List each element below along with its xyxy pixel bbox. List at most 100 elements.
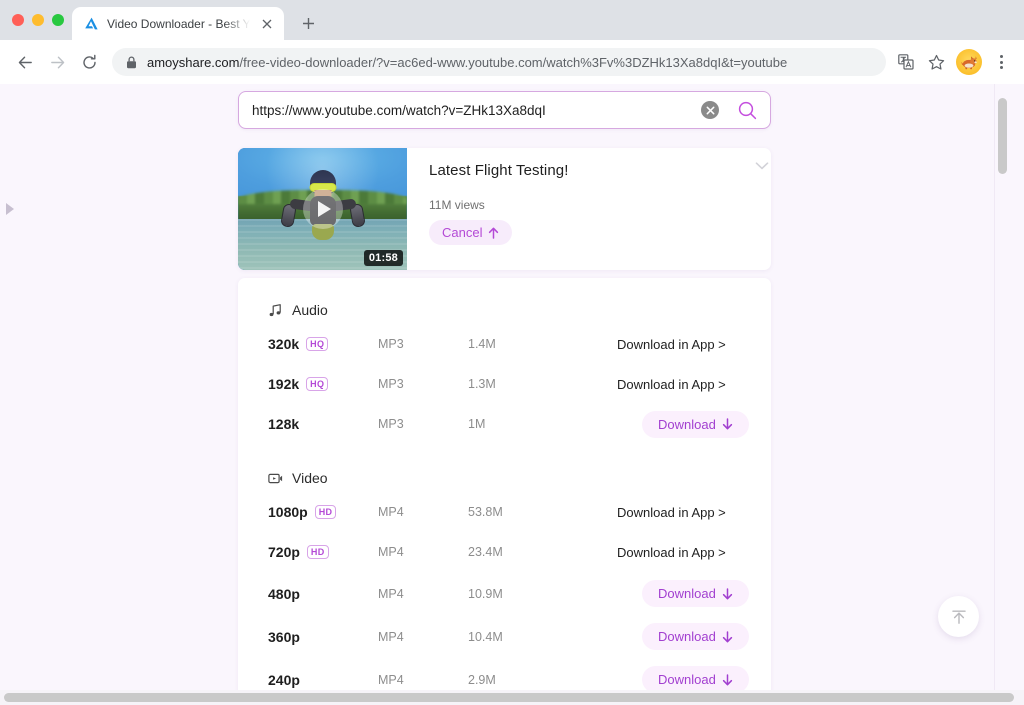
format-row[interactable]: 128k MP3 1M Download: [238, 404, 771, 444]
translate-icon[interactable]: [892, 48, 920, 76]
format-quality: 1080p: [268, 504, 308, 520]
download-in-app-button[interactable]: Download in App >: [613, 377, 726, 392]
music-note-icon: [269, 303, 281, 316]
cancel-button[interactable]: Cancel: [429, 220, 513, 245]
quality-badge: HD: [306, 544, 329, 560]
section-label: Audio: [292, 302, 328, 318]
format-row[interactable]: 360p MP4 10.4M Download: [238, 615, 771, 658]
format-quality-cell: 480p: [268, 586, 378, 602]
back-button[interactable]: [10, 47, 40, 77]
collapse-card-button[interactable]: [755, 158, 769, 170]
download-button[interactable]: Download: [642, 623, 749, 650]
search-icon: [738, 101, 757, 119]
arrow-up-icon: [489, 227, 499, 239]
maximize-window-button[interactable]: [52, 14, 64, 26]
arrow-down-icon: [722, 587, 732, 599]
window-controls: [12, 14, 64, 26]
format-row[interactable]: 480p MP4 10.9M Download: [238, 572, 771, 615]
format-action-cell: Download in App >: [613, 377, 771, 392]
format-size: 10.4M: [468, 629, 503, 644]
arrow-down-icon: [722, 418, 732, 430]
close-icon: [706, 106, 714, 114]
minimize-window-button[interactable]: [32, 14, 44, 26]
section-header-video: Video: [238, 464, 771, 492]
download-in-app-button[interactable]: Download in App >: [613, 505, 726, 520]
browser-menu-button[interactable]: [988, 48, 1014, 76]
clear-search-button[interactable]: [701, 101, 719, 119]
forward-button[interactable]: [42, 47, 72, 77]
video-duration: 01:58: [363, 250, 403, 266]
arrow-left-icon: [18, 56, 32, 68]
page-horizontal-scrollbar[interactable]: [0, 690, 1024, 705]
url-search-bar[interactable]: https://www.youtube.com/watch?v=ZHk13Xa8…: [238, 91, 771, 129]
format-quality-cell: 720p HD: [268, 544, 378, 560]
video-preview-card: 01:58 Latest Flight Testing! 11M views C…: [238, 148, 771, 270]
quality-badge: HQ: [306, 336, 329, 352]
plus-icon: [302, 17, 314, 29]
search-input[interactable]: https://www.youtube.com/watch?v=ZHk13Xa8…: [252, 103, 701, 118]
arrow-up-icon: [951, 610, 966, 624]
format-row[interactable]: 320k HQ MP3 1.4M Download in App >: [238, 324, 771, 364]
video-thumbnail[interactable]: 01:58: [238, 148, 407, 270]
reload-button[interactable]: [74, 47, 104, 77]
play-icon[interactable]: [302, 189, 343, 229]
profile-avatar[interactable]: [956, 49, 982, 75]
browser-toolbar: amoyshare.com/free-video-downloader/?v=a…: [0, 40, 1024, 84]
download-button[interactable]: Download: [642, 410, 749, 438]
format-quality: 128k: [268, 416, 300, 432]
scrollbar-thumb[interactable]: [4, 693, 1014, 702]
address-bar[interactable]: amoyshare.com/free-video-downloader/?v=a…: [112, 48, 886, 76]
video-camera-icon: [268, 473, 283, 483]
download-button[interactable]: Download: [642, 580, 749, 607]
menu-dot: [999, 60, 1003, 64]
url-path: /free-video-downloader/?v=ac6ed-www.yout…: [239, 54, 788, 70]
format-quality: 480p: [268, 585, 300, 602]
new-tab-button[interactable]: [294, 9, 322, 37]
download-label: Download: [658, 672, 716, 687]
close-window-button[interactable]: [12, 14, 24, 26]
web-page: https://www.youtube.com/watch?v=ZHk13Xa8…: [0, 84, 1009, 690]
download-label: Download: [658, 629, 716, 644]
format-quality-cell: 1080p HD: [268, 504, 378, 520]
search-submit-button[interactable]: [737, 100, 758, 121]
url-host: amoyshare.com: [147, 54, 240, 70]
download-in-app-button[interactable]: Download in App >: [613, 545, 726, 560]
format-row[interactable]: 240p MP4 2.9M Download: [238, 658, 771, 690]
format-size: 1M: [468, 417, 486, 431]
format-size: 1.4M: [468, 337, 496, 351]
format-quality: 360p: [268, 628, 300, 645]
format-quality-cell: 360p: [268, 629, 378, 645]
format-type: MP3: [378, 417, 404, 431]
download-in-app-button[interactable]: Download in App >: [613, 337, 726, 352]
format-row[interactable]: 192k HQ MP3 1.3M Download in App >: [238, 364, 771, 404]
download-button[interactable]: Download: [642, 666, 749, 690]
video-title: Latest Flight Testing!: [429, 162, 569, 179]
expand-sidebar-arrow-icon[interactable]: [4, 202, 16, 216]
page-vertical-scrollbar[interactable]: [994, 84, 1009, 690]
section-header-audio: Audio: [238, 296, 771, 324]
download-formats-card: Audio 320k HQ MP3 1.4M Download in App >: [238, 278, 771, 690]
format-quality: 240p: [268, 671, 300, 688]
browser-tab[interactable]: Video Downloader - Best YouTu: [72, 7, 284, 40]
section-label: Video: [292, 470, 328, 486]
format-type: MP3: [378, 337, 404, 351]
quality-badge: HD: [314, 504, 337, 520]
menu-dot: [999, 55, 1003, 58]
tab-close-button[interactable]: [258, 15, 276, 33]
download-label: Download: [658, 416, 716, 432]
format-action-cell: Download in App >: [613, 505, 771, 520]
scrollbar-thumb[interactable]: [998, 98, 1007, 174]
scroll-to-top-button[interactable]: [938, 596, 979, 637]
format-quality: 320k: [268, 336, 300, 352]
page-viewport: https://www.youtube.com/watch?v=ZHk13Xa8…: [0, 84, 1024, 705]
quality-badge: HQ: [306, 376, 329, 392]
format-type: MP4: [378, 586, 404, 601]
format-size: 2.9M: [468, 672, 496, 687]
format-quality: 192k: [268, 376, 300, 392]
play-triangle: [318, 201, 331, 217]
bookmark-star-icon[interactable]: [922, 48, 950, 76]
format-row[interactable]: 720p HD MP4 23.4M Download in App >: [238, 532, 771, 572]
format-size: 1.3M: [468, 377, 496, 391]
format-type: MP4: [378, 545, 404, 559]
format-row[interactable]: 1080p HD MP4 53.8M Download in App >: [238, 492, 771, 532]
